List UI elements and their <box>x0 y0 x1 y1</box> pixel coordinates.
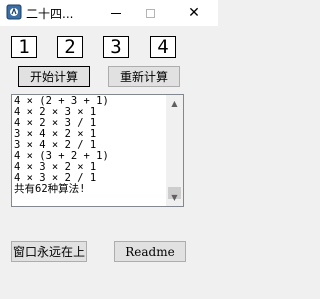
maximize-button[interactable] <box>132 0 168 26</box>
maximize-icon <box>145 8 155 18</box>
app-window: 二十四... ✕ 1 2 3 4 开始计算 重新计算 4 × (2 + 3 + … <box>0 0 218 299</box>
recalculate-button[interactable]: 重新计算 <box>108 66 180 87</box>
number-field-2[interactable]: 2 <box>57 36 83 58</box>
readme-button[interactable]: Readme <box>114 241 186 262</box>
number-field-4[interactable]: 4 <box>150 36 176 58</box>
results-lines: 4 × (2 + 3 + 1) 4 × 2 × 3 × 1 4 × 2 × 3 … <box>14 96 166 195</box>
close-icon: ✕ <box>188 5 200 21</box>
close-button[interactable]: ✕ <box>176 0 212 26</box>
results-list[interactable]: 4 × (2 + 3 + 1) 4 × 2 × 3 × 1 4 × 2 × 3 … <box>11 94 184 207</box>
results-scrollbar[interactable]: ▲ ▼ <box>166 95 183 206</box>
title-bar[interactable]: 二十四... ✕ <box>0 0 218 26</box>
scroll-up-button[interactable]: ▲ <box>166 95 183 112</box>
window-title: 二十四... <box>26 7 74 21</box>
number-field-1[interactable]: 1 <box>11 36 37 58</box>
chevron-up-icon: ▲ <box>171 99 178 108</box>
scroll-down-button[interactable]: ▼ <box>166 189 183 206</box>
minimize-button[interactable] <box>98 0 134 26</box>
chevron-down-icon: ▼ <box>171 193 178 202</box>
minimize-icon <box>111 12 121 14</box>
always-on-top-button[interactable]: 窗口永远在上 <box>11 241 87 262</box>
result-summary: 共有62种算法! <box>14 183 86 195</box>
start-calculation-button[interactable]: 开始计算 <box>18 66 90 87</box>
number-field-3[interactable]: 3 <box>103 36 129 58</box>
app-icon <box>6 4 22 20</box>
